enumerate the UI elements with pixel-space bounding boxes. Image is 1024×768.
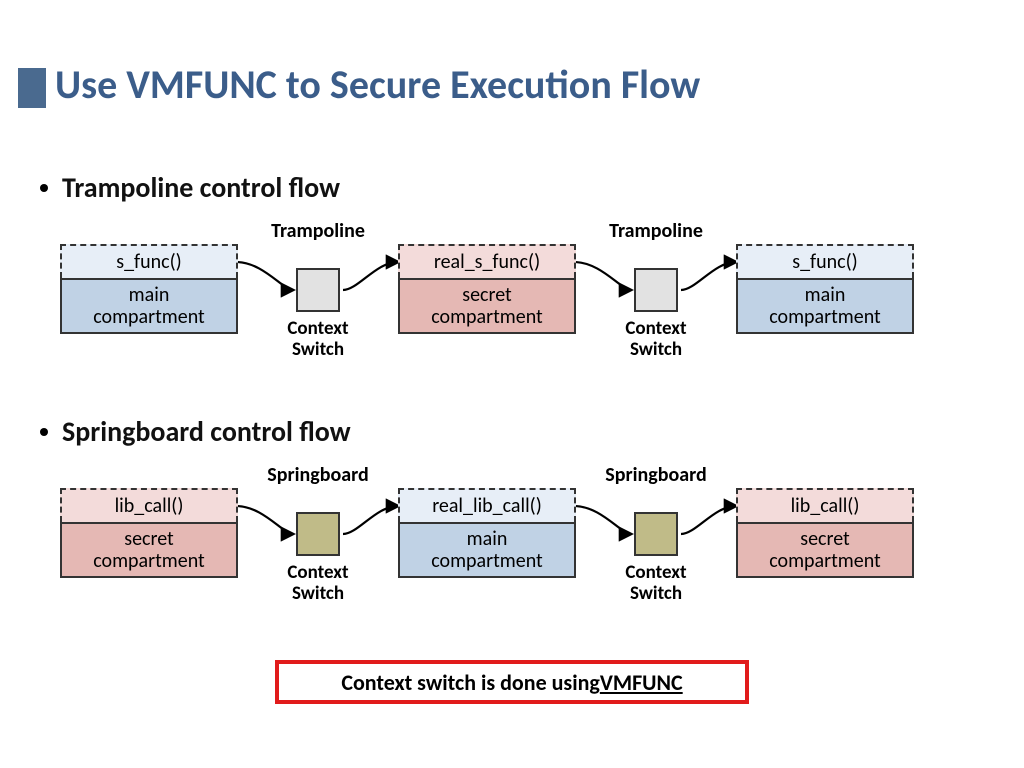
- tramp-center-top: real_s_func(): [398, 244, 576, 278]
- tramp-box-center: real_s_func() secretcompartment: [398, 244, 576, 334]
- slide-title: Use VMFUNC to Secure Execution Flow: [55, 60, 700, 109]
- bullet-springboard: Springboard control flow: [40, 414, 351, 449]
- spring-right-top: lib_call(): [736, 488, 914, 522]
- tramp-box-right: s_func() maincompartment: [736, 244, 914, 334]
- context-switch-label-4: ContextSwitch: [576, 563, 736, 605]
- springboard-label-1: Springboard: [238, 463, 398, 487]
- spring-box-center: real_lib_call() maincompartment: [398, 488, 576, 578]
- context-switch-label-3: ContextSwitch: [238, 563, 398, 605]
- spring-center-bot: maincompartment: [398, 522, 576, 578]
- spring-box-right: lib_call() secretcompartment: [736, 488, 914, 578]
- context-switch-label-2: ContextSwitch: [576, 319, 736, 361]
- bullet-dot: [40, 428, 48, 436]
- bullet-text: Springboard control flow: [62, 414, 351, 449]
- context-switch-box-3: [296, 512, 340, 556]
- trampoline-label-1: Trampoline: [238, 219, 398, 243]
- spring-right-bot: secretcompartment: [736, 522, 914, 578]
- tramp-center-bot: secretcompartment: [398, 278, 576, 334]
- bullet-dot: [40, 184, 48, 192]
- springboard-flow: lib_call() secretcompartment Springboard…: [60, 488, 914, 578]
- spring-connector-2: Springboard ContextSwitch: [576, 488, 736, 578]
- context-switch-box-2: [634, 268, 678, 312]
- springboard-label-2: Springboard: [576, 463, 736, 487]
- bullet-trampoline: Trampoline control flow: [40, 170, 340, 205]
- spring-left-bot: secretcompartment: [60, 522, 238, 578]
- bullet-text: Trampoline control flow: [62, 170, 340, 205]
- tramp-right-bot: maincompartment: [736, 278, 914, 334]
- context-switch-box-1: [296, 268, 340, 312]
- tramp-connector-2: Trampoline ContextSwitch: [576, 244, 736, 334]
- trampoline-flow: s_func() maincompartment Trampoline Cont…: [60, 244, 914, 334]
- context-switch-box-4: [634, 512, 678, 556]
- title-accent-bar: [18, 68, 46, 108]
- context-switch-label-1: ContextSwitch: [238, 319, 398, 361]
- tramp-box-left: s_func() maincompartment: [60, 244, 238, 334]
- callout-prefix: Context switch is done using: [341, 669, 600, 696]
- callout-emph: VMFUNC: [600, 669, 683, 696]
- callout-box: Context switch is done using VMFUNC: [275, 660, 749, 704]
- spring-left-top: lib_call(): [60, 488, 238, 522]
- tramp-connector-1: Trampoline ContextSwitch: [238, 244, 398, 334]
- tramp-left-top: s_func(): [60, 244, 238, 278]
- spring-center-top: real_lib_call(): [398, 488, 576, 522]
- tramp-left-bot: maincompartment: [60, 278, 238, 334]
- tramp-right-top: s_func(): [736, 244, 914, 278]
- trampoline-label-2: Trampoline: [576, 219, 736, 243]
- spring-box-left: lib_call() secretcompartment: [60, 488, 238, 578]
- spring-connector-1: Springboard ContextSwitch: [238, 488, 398, 578]
